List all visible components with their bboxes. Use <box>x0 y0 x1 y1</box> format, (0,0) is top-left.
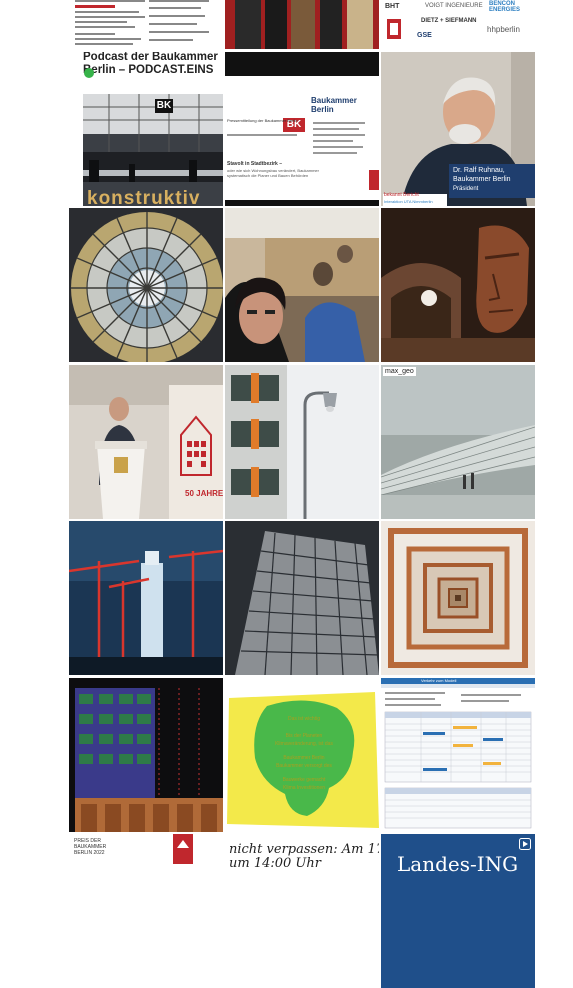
podcast-title-line1: Podcast der Baukammer <box>83 52 218 63</box>
portrait-name-line1: Dr. Ralf Ruhnau, <box>453 167 505 174</box>
announcement-text-2: um 14:00 Uhr <box>229 856 321 871</box>
logo-dietz: DIETZ + SIEFMANN <box>421 18 477 24</box>
prize-title: PREIS DER BAUKAMMER BERLIN 2022 <box>74 838 107 856</box>
post-tile-press-release[interactable]: BK Baukammer Berlin Pressemitteilung der… <box>225 52 379 206</box>
video-play-icon <box>519 838 531 850</box>
post-tile-video[interactable]: Landes-ING <box>381 834 535 988</box>
post-tile-cranes-tower[interactable] <box>69 521 223 675</box>
post-tile-spiral-staircase[interactable] <box>381 521 535 675</box>
logo-voigt: VOIGT INGENIEURE <box>425 3 483 9</box>
portrait-role: Präsident <box>453 186 479 192</box>
post-tile-spreadsheet[interactable]: Verkehr zum Modell <box>381 678 535 832</box>
post-tile-facade-drawing[interactable] <box>69 678 223 832</box>
logo-bencon: BENCON ENERGIES <box>489 1 521 13</box>
post-tile-group-photo[interactable] <box>225 0 379 49</box>
post-tile-sponsor-logos[interactable]: BHT VOIGT INGENIEURE BENCON ENERGIES DIE… <box>381 0 535 49</box>
post-tile-glass-dome[interactable] <box>69 208 223 362</box>
portrait-name-line2: Baukammer Berlin <box>453 176 511 183</box>
announcement-text: nicht verpassen: Am 17.02.2023 <box>229 842 379 857</box>
video-title: Landes-ING <box>397 852 519 876</box>
logo-red-crest-icon <box>387 19 401 39</box>
logo-hhpberlin: hhpberlin <box>487 25 520 34</box>
post-tile-portrait[interactable]: Dr. Ralf Ruhnau, Baukammer Berlin Präsid… <box>381 52 535 206</box>
logo-bht: BHT <box>385 3 400 10</box>
post-tile-facade-lamp[interactable] <box>225 365 379 519</box>
post-tile-sculpture-corridor[interactable] <box>381 208 535 362</box>
spreadsheet-header: Verkehr zum Modell <box>421 678 457 683</box>
bk-logo: BK <box>155 99 173 113</box>
post-tile-document[interactable] <box>69 0 223 49</box>
press-heading: Pressemitteilung der Baukammer Berlin <box>227 118 298 123</box>
post-tile-speaker-podium[interactable]: 50 JAHRE <box>69 365 223 519</box>
post-tile-podcast[interactable]: Podcast der Baukammer Berlin – PODCAST.E… <box>69 52 223 206</box>
post-tile-prize[interactable]: PREIS DER BAUKAMMER BERLIN 2022 <box>69 834 223 988</box>
post-tile-architecture-render[interactable]: max_geo <box>381 365 535 519</box>
portrait-caption-line1: bekannt Bericht <box>384 192 419 198</box>
post-tile-tower-facade[interactable] <box>225 521 379 675</box>
press-body: oder wie sich Wohnungsbau verändert, Bau… <box>227 168 319 178</box>
source-label: max_geo <box>383 367 416 376</box>
post-tile-announcement[interactable]: nicht verpassen: Am 17.02.2023 um 14:00 … <box>225 834 379 988</box>
logo-gse: GSE <box>417 32 432 39</box>
post-tile-green-map[interactable]: Das ist wichtig Bis der Planeten Klimave… <box>225 678 379 832</box>
image-grid: BHT VOIGT INGENIEURE BENCON ENERGIES DIE… <box>69 0 536 988</box>
press-org-line1: Baukammer <box>311 96 357 105</box>
press-subheading: Stavolt in Stadtbezirk – <box>227 161 283 167</box>
podcast-word: konstruktiv <box>87 188 201 206</box>
podcast-title-line2: Berlin – PODCAST.EINS <box>83 64 214 76</box>
anniversary-badge: 50 JAHRE <box>185 489 223 498</box>
press-org-line2: Berlin <box>311 105 334 114</box>
portrait-caption-line2: Interaktion UTA Nimmberlin <box>384 199 433 204</box>
green-dot-icon <box>84 68 94 78</box>
post-tile-selfie-classroom[interactable] <box>225 208 379 362</box>
